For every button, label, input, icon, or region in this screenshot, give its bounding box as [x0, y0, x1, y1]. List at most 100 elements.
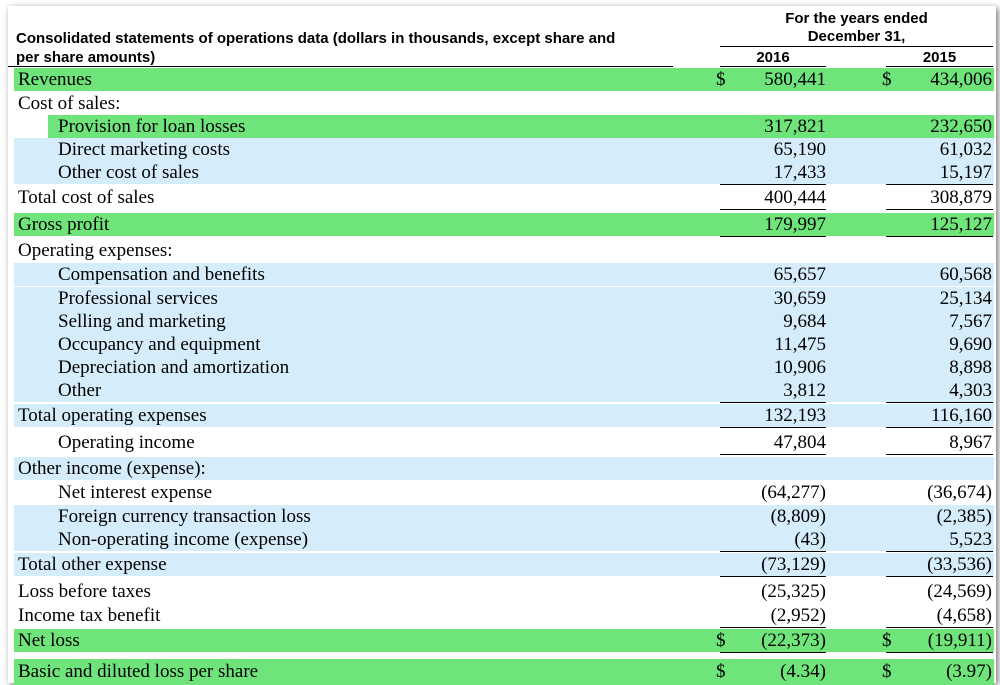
table-row: Occupancy and equipment 11,475 9,690 [14, 333, 994, 356]
title-rule [8, 66, 673, 67]
value-2015: 8,898 [949, 357, 992, 378]
row-label: Basic and diluted loss per share [18, 661, 259, 682]
value-2015: 15,197 [939, 162, 992, 183]
value-2015: (4,658) [936, 605, 992, 626]
value-2016: 179,997 [764, 214, 826, 235]
value-2016: 400,444 [764, 187, 826, 208]
value-2016: 10,906 [773, 357, 826, 378]
row-label: Revenues [18, 69, 92, 90]
total-rule [720, 576, 826, 577]
row-label: Foreign currency transaction loss [58, 506, 311, 527]
currency-symbol: $ [882, 69, 892, 90]
total-rule [886, 576, 993, 577]
value-2016: 17,433 [773, 162, 826, 183]
value-2016: (2,952) [770, 605, 826, 626]
period-header-date: December 31, [807, 28, 906, 45]
table-row: Direct marketing costs 65,190 61,032 [14, 138, 994, 161]
value-2015: 5,523 [949, 529, 992, 550]
value-2015: (36,674) [927, 482, 992, 503]
table-row: Basic and diluted loss per share $ $ (4.34)… [14, 659, 994, 685]
value-2016: 65,657 [773, 264, 826, 285]
value-2016: 30,659 [773, 288, 826, 309]
total-rule [720, 652, 826, 653]
total-rule [720, 627, 826, 628]
value-2015: 125,127 [930, 214, 992, 235]
value-2015: (19,911) [927, 630, 992, 651]
header-rule [720, 46, 993, 47]
table-row: Revenues $ $580,441 434,006 [14, 68, 994, 91]
row-label: Other cost of sales [58, 162, 199, 183]
year-2016-header: 2016 [756, 49, 790, 66]
value-2016: 3,812 [783, 380, 826, 401]
row-label: Other [58, 380, 102, 401]
row-label: Depreciation and amortization [58, 357, 290, 378]
value-2016: (73,129) [761, 554, 826, 575]
row-label: Operating expenses: [18, 240, 173, 261]
total-rule [720, 236, 826, 237]
value-2015: (33,536) [927, 554, 992, 575]
row-label: Gross profit [18, 214, 110, 235]
table-row: Professional services 30,659 25,134 [14, 287, 994, 310]
currency-symbol: $ [882, 630, 892, 651]
table-row: Non-operating income (expense) (43) 5,523 [14, 528, 994, 551]
year-2015-rule [886, 66, 993, 67]
table-row: Gross profit 179,997 125,127 [14, 213, 994, 236]
value-2015: 232,650 [930, 116, 992, 137]
table-row: Other income (expense): [14, 457, 994, 480]
total-rule [720, 184, 826, 185]
value-2015: 7,567 [949, 311, 992, 332]
row-label: Compensation and benefits [58, 264, 265, 285]
row-label: Other income (expense): [18, 458, 206, 479]
table-row: Income tax benefit (2,952) (4,658) [14, 604, 994, 627]
table-title: Consolidated statements of operations da… [16, 30, 616, 47]
total-rule [886, 652, 993, 653]
table-row: Cost of sales: [14, 92, 994, 115]
value-2015: 9,690 [949, 334, 992, 355]
row-label: Net loss [18, 630, 80, 651]
value-2015: 25,134 [939, 288, 992, 309]
value-2015: 8,967 [949, 432, 992, 453]
row-label: Provision for loan losses [58, 116, 246, 137]
row-label: Occupancy and equipment [58, 334, 261, 355]
value-2016: (64,277) [761, 482, 826, 503]
table-row: Other 3,812 4,303 [14, 379, 994, 402]
value-2016: 11,475 [774, 334, 826, 355]
total-rule [886, 184, 993, 185]
value-2015: 434,006 [930, 69, 992, 90]
total-rule [886, 627, 993, 628]
value-2016: (25,325) [761, 581, 826, 602]
total-rule [886, 427, 993, 428]
value-2016: 9,684 [783, 311, 826, 332]
row-label: Non-operating income (expense) [58, 529, 309, 550]
table-row: Total operating expenses 132,193 116,160 [14, 404, 994, 427]
table-row: Operating income 47,804 8,967 [14, 431, 994, 454]
value-2015: 116,160 [930, 405, 992, 426]
table-row: Other cost of sales 17,433 15,197 [14, 161, 994, 184]
total-rule [886, 236, 993, 237]
total-rule [886, 551, 993, 552]
total-rule [720, 551, 826, 552]
value-2016: 65,190 [773, 139, 826, 160]
value-2016: 317,821 [764, 116, 826, 137]
table-row: Provision for loan losses 317,821 232,650 [14, 115, 994, 138]
table-row: Loss before taxes (25,325) (24,569) [14, 580, 994, 603]
table-title-continued: per share amounts) [16, 49, 156, 66]
table-row: Compensation and benefits 65,657 60,568 [14, 263, 994, 286]
value-2016: 47,804 [773, 432, 826, 453]
value-2016: (43) [794, 529, 826, 550]
row-label: Operating income [58, 432, 195, 453]
table-row: Depreciation and amortization 10,906 8,898 [14, 356, 994, 379]
value-2015: (2,385) [936, 506, 992, 527]
currency-symbol: $ [882, 661, 892, 682]
total-rule [886, 454, 993, 455]
value-2015: (24,569) [927, 581, 992, 602]
value-2016: (8,809) [770, 506, 826, 527]
total-rule [720, 209, 826, 210]
value-2015: 61,032 [939, 139, 992, 160]
currency-symbol: $ [716, 630, 726, 651]
table-row: Net loss $ $ (22,373) (19,911) [14, 629, 994, 652]
table-row: Selling and marketing 9,684 7,567 [14, 310, 994, 333]
row-label: Direct marketing costs [58, 139, 231, 160]
row-label: Total cost of sales [18, 187, 155, 208]
value-2015: 60,568 [939, 264, 992, 285]
